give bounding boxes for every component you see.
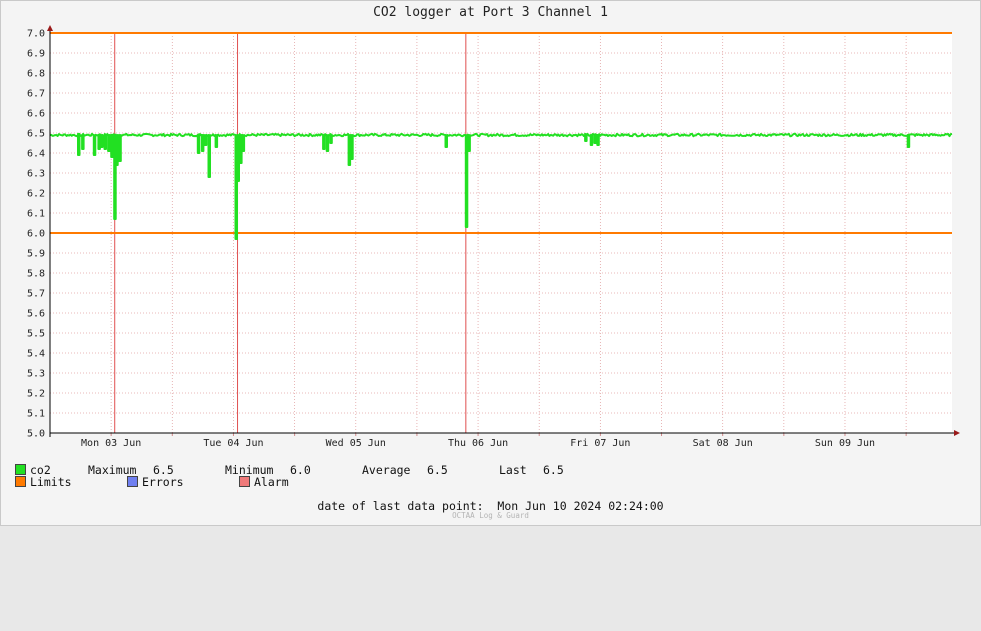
legend-last-label: Last <box>499 463 527 477</box>
legend: co2 Maximum 6.5 Minimum 6.0 Average 6.5 … <box>15 463 564 489</box>
y-tick-label: 5.8 <box>27 269 45 280</box>
y-tick-label: 6.8 <box>27 69 45 80</box>
x-tick-label: Mon 03 Jun <box>81 438 141 449</box>
y-tick-label: 6.5 <box>27 129 45 140</box>
y-tick-label: 5.2 <box>27 389 45 400</box>
y-tick-label: 6.7 <box>27 89 45 100</box>
y-tick-label: 5.4 <box>27 349 45 360</box>
x-tick-label: Sat 08 Jun <box>693 438 753 449</box>
y-tick-label: 6.0 <box>27 229 45 240</box>
legend-limits-label: Limits <box>30 475 72 489</box>
y-tick-label: 5.6 <box>27 309 45 320</box>
x-tick-label: Tue 04 Jun <box>203 438 263 449</box>
legend-avg-value: 6.5 <box>427 463 448 477</box>
y-tick-label: 7.0 <box>27 29 45 40</box>
alarm-swatch <box>239 476 250 487</box>
y-tick-label: 6.6 <box>27 109 45 120</box>
legend-alarm-label: Alarm <box>254 475 289 489</box>
errors-swatch <box>127 476 138 487</box>
limits-swatch <box>15 476 26 487</box>
y-tick-label: 6.2 <box>27 189 45 200</box>
y-tick-label: 5.5 <box>27 329 45 340</box>
legend-last-value: 6.5 <box>543 463 564 477</box>
x-tick-label: Sun 09 Jun <box>815 438 875 449</box>
y-tick-label: 6.4 <box>27 149 45 160</box>
y-tick-label: 5.3 <box>27 369 45 380</box>
y-tick-label: 6.3 <box>27 169 45 180</box>
y-tick-label: 6.9 <box>27 49 45 60</box>
plot-area: 7.0 6.9 6.8 6.7 6.6 6.5 6.4 6.3 6.2 6.1 6.0 5.9 5.8 5… <box>27 25 960 449</box>
y-tick-label: 5.9 <box>27 249 45 260</box>
y-tick-label: 5.0 <box>27 429 45 440</box>
legend-row-series: co2 Maximum 6.5 Minimum 6.0 Average 6.5 … <box>15 463 564 477</box>
x-tick-label: Thu 06 Jun <box>448 438 508 449</box>
legend-avg-label: Average <box>362 463 411 477</box>
y-tick-label: 5.1 <box>27 409 45 420</box>
x-tick-label: Wed 05 Jun <box>326 438 386 449</box>
y-tick-label: 6.1 <box>27 209 45 220</box>
legend-row-markers: Limits Errors Alarm <box>15 475 289 489</box>
legend-errors-label: Errors <box>142 475 184 489</box>
watermark: OCTAA Log & Guard <box>452 511 529 520</box>
co2-swatch <box>15 464 26 475</box>
legend-min-value: 6.0 <box>290 463 311 477</box>
legend-max-label: Maximum <box>88 463 137 477</box>
x-axis-arrow <box>954 430 960 436</box>
y-axis-arrow <box>47 25 53 31</box>
x-tick-label: Fri 07 Jun <box>570 438 630 449</box>
y-tick-label: 5.7 <box>27 289 45 300</box>
